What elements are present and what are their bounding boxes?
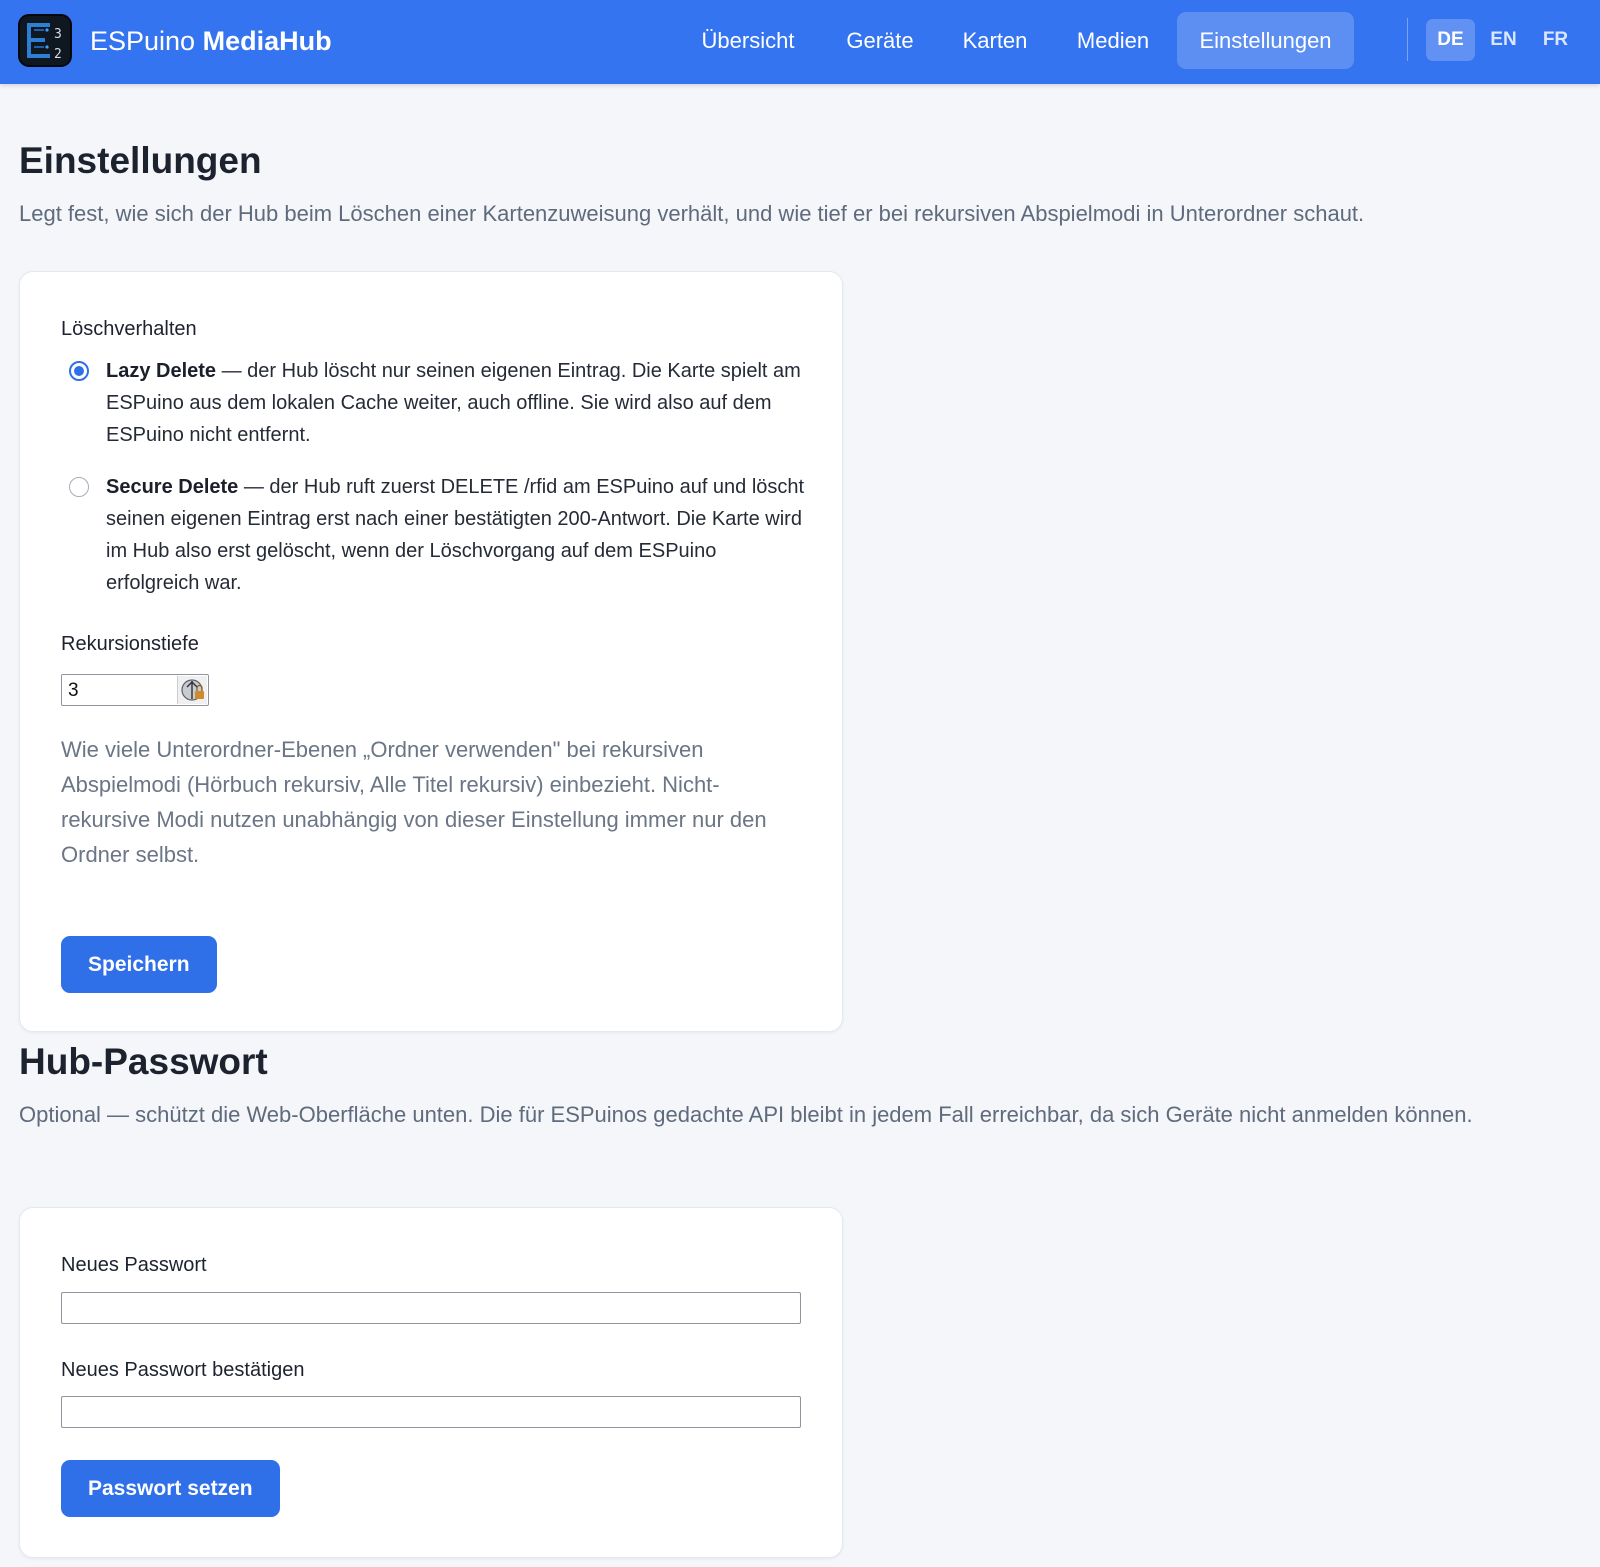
brand-name-suffix: MediaHub bbox=[202, 26, 332, 56]
secure-delete-option[interactable]: Secure Delete — der Hub ruft zuerst DELE… bbox=[106, 471, 806, 599]
nav-settings[interactable]: Einstellungen bbox=[1177, 12, 1354, 69]
secure-delete-radio[interactable] bbox=[69, 477, 89, 497]
delete-behavior-label: Löschverhalten bbox=[61, 318, 197, 340]
lazy-delete-radio[interactable] bbox=[69, 361, 89, 381]
nav-divider bbox=[1407, 18, 1408, 61]
nav-devices[interactable]: Geräte bbox=[826, 12, 934, 69]
save-button[interactable]: Speichern bbox=[61, 936, 217, 993]
nav-overview[interactable]: Übersicht bbox=[680, 12, 816, 69]
password-section-title: Hub-Passwort bbox=[19, 1041, 268, 1082]
settings-page-title: Einstellungen bbox=[19, 140, 262, 181]
svg-text:3: 3 bbox=[54, 27, 62, 42]
recursion-depth-label: Rekursionstiefe bbox=[61, 633, 199, 655]
svg-text:2: 2 bbox=[54, 47, 62, 62]
settings-card: Löschverhalten Lazy Delete — der Hub lös… bbox=[19, 271, 843, 1032]
secure-delete-name: Secure Delete bbox=[106, 476, 239, 498]
top-navbar: 3 2 ESPuino MediaHub Übersicht Geräte Ka… bbox=[0, 0, 1600, 84]
brand-name-prefix: ESPuino bbox=[90, 26, 203, 56]
lang-fr-button[interactable]: FR bbox=[1531, 19, 1580, 61]
nav-cards[interactable]: Karten bbox=[944, 12, 1046, 69]
recursion-depth-value: 3 bbox=[68, 680, 79, 701]
password-description: Optional — schützt die Web-Oberfläche un… bbox=[19, 1102, 1473, 1127]
confirm-password-label: Neues Passwort bestätigen bbox=[61, 1359, 305, 1381]
new-password-input[interactable] bbox=[61, 1292, 801, 1324]
lazy-delete-name: Lazy Delete bbox=[106, 360, 217, 382]
espuino-logo-icon[interactable]: 3 2 bbox=[18, 14, 72, 67]
new-password-label: Neues Passwort bbox=[61, 1254, 207, 1276]
recursion-depth-input[interactable]: 3 bbox=[61, 674, 209, 706]
lang-de-button[interactable]: DE bbox=[1426, 19, 1475, 61]
set-password-button[interactable]: Passwort setzen bbox=[61, 1460, 280, 1517]
nav-media[interactable]: Medien bbox=[1058, 12, 1168, 69]
confirm-password-input[interactable] bbox=[61, 1396, 801, 1428]
spinner-icon[interactable] bbox=[177, 676, 207, 704]
recursion-depth-help: Wie viele Unterordner-Ebenen „Ordner ver… bbox=[61, 737, 767, 867]
lang-en-button[interactable]: EN bbox=[1479, 19, 1528, 61]
lazy-delete-option[interactable]: Lazy Delete — der Hub löscht nur seinen … bbox=[106, 355, 806, 451]
settings-description: Legt fest, wie sich der Hub beim Löschen… bbox=[19, 201, 1365, 226]
brand-title[interactable]: ESPuino MediaHub bbox=[90, 24, 332, 58]
password-card: Neues Passwort Neues Passwort bestätigen… bbox=[19, 1207, 843, 1558]
